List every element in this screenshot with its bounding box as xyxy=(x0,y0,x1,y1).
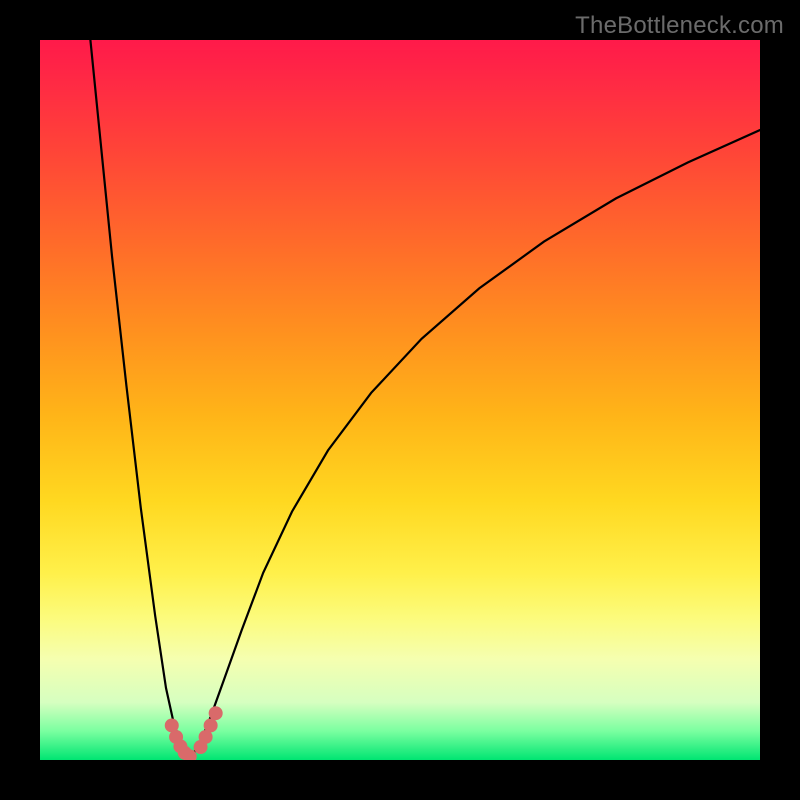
watermark-text: TheBottleneck.com xyxy=(575,12,784,40)
curve-layer xyxy=(40,40,760,760)
plot-area xyxy=(40,40,760,760)
trough-marker xyxy=(204,718,218,732)
chart-frame: TheBottleneck.com xyxy=(0,0,800,800)
trough-markers xyxy=(165,706,223,760)
curve-left xyxy=(90,40,189,758)
curve-right xyxy=(190,130,760,758)
trough-marker xyxy=(209,706,223,720)
